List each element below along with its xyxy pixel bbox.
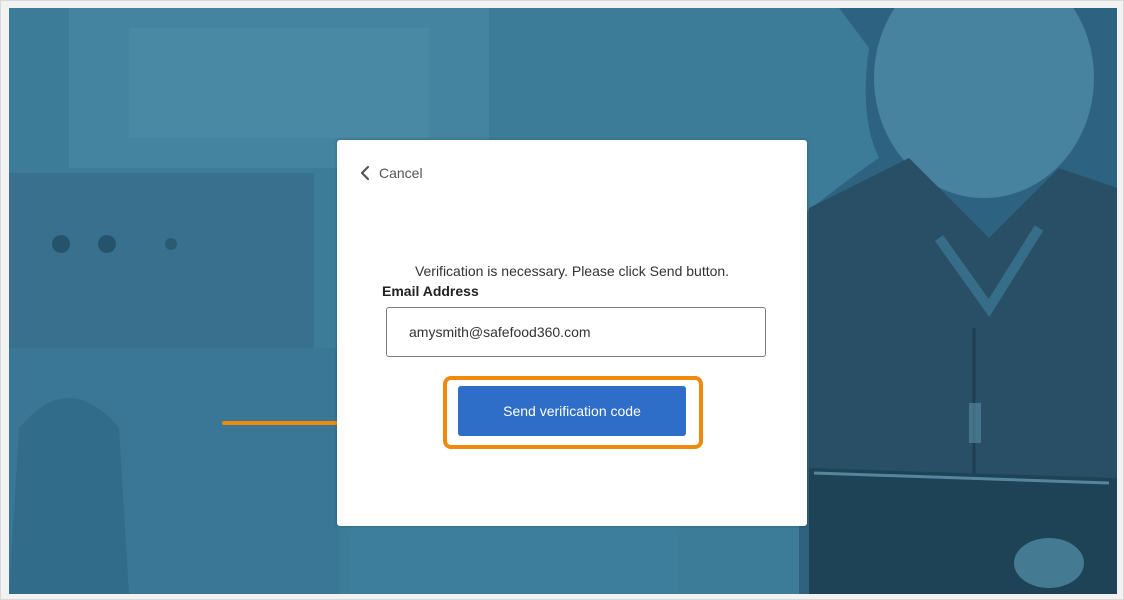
chevron-left-icon — [360, 165, 370, 181]
email-label: Email Address — [382, 283, 479, 299]
cancel-label: Cancel — [379, 165, 423, 181]
cancel-button[interactable]: Cancel — [359, 165, 423, 181]
screenshot-frame: Cancel Verification is necessary. Please… — [0, 0, 1124, 600]
send-button-label: Send verification code — [503, 403, 641, 419]
send-verification-code-button[interactable]: Send verification code — [458, 386, 686, 436]
email-field[interactable]: amysmith@safefood360.com — [386, 307, 766, 357]
email-value: amysmith@safefood360.com — [409, 324, 591, 340]
intro-text: Verification is necessary. Please click … — [414, 263, 730, 279]
verification-dialog: Cancel Verification is necessary. Please… — [337, 140, 807, 526]
